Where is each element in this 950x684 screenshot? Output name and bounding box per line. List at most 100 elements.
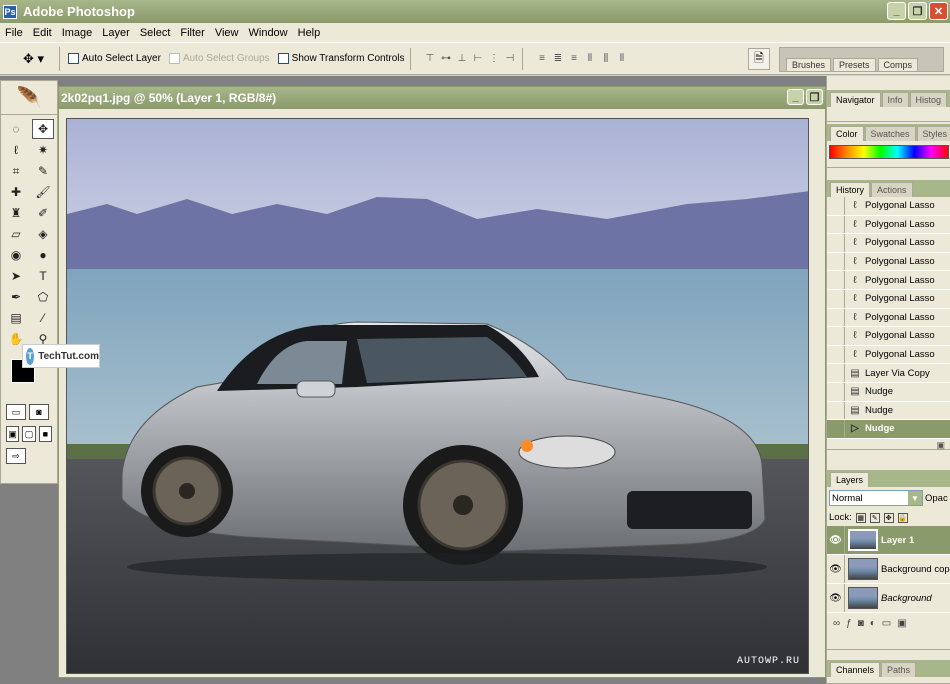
tab-actions[interactable]: Actions [871, 182, 913, 197]
palette-tab-comps[interactable]: Comps [877, 58, 919, 71]
eraser-tool-icon[interactable]: ▱ [5, 224, 27, 244]
lock-transparency-icon[interactable]: ▦ [855, 512, 866, 523]
layer-mask-icon[interactable]: ◙ [858, 618, 864, 629]
layer-thumbnail[interactable] [848, 529, 878, 551]
palette-tab-brushes[interactable]: Brushes [786, 58, 832, 71]
document-title-bar[interactable]: 2k02pq1.jpg @ 50% (Layer 1, RGB/8#) _ ❐ [59, 87, 825, 109]
history-snapshot-slot[interactable] [827, 345, 845, 364]
new-snapshot-icon[interactable]: ▣ [936, 440, 945, 451]
visibility-eye-icon[interactable]: 👁 [827, 584, 845, 612]
menu-help[interactable]: Help [293, 27, 326, 39]
doc-restore-button[interactable]: ❐ [806, 89, 823, 105]
history-state[interactable]: ℓ Polygonal Lasso [827, 252, 950, 272]
move-tool-preset-picker[interactable]: ✥ ▾ [8, 46, 60, 71]
new-group-icon[interactable]: ▭ [882, 618, 891, 629]
dodge-tool-icon[interactable]: ● [32, 245, 54, 265]
align-hcenter-icon[interactable]: ⋮ [487, 52, 500, 65]
distribute-left-icon[interactable]: ⦀ [583, 52, 596, 65]
align-bottom-icon[interactable]: ⊥ [455, 52, 468, 65]
layer-row[interactable]: 👁 Background cop [827, 555, 950, 584]
menu-file[interactable]: File [0, 27, 28, 39]
tab-layers[interactable]: Layers [830, 472, 870, 487]
tab-color[interactable]: Color [830, 126, 864, 141]
menu-filter[interactable]: Filter [175, 27, 209, 39]
auto-select-layer-checkbox[interactable]: Auto Select Layer [68, 53, 161, 64]
history-snapshot-slot[interactable] [827, 327, 845, 345]
jump-to-imageready-icon[interactable]: ⇨ [6, 448, 26, 464]
tab-histogram[interactable]: Histog [909, 92, 948, 107]
tab-navigator[interactable]: Navigator [830, 92, 881, 107]
align-left-icon[interactable]: ⊢ [471, 52, 484, 65]
history-state[interactable]: ℓ Polygonal Lasso [827, 345, 950, 365]
history-snapshot-slot[interactable] [827, 308, 845, 327]
history-state-current[interactable]: ▷ Nudge [827, 420, 950, 439]
link-layers-icon[interactable]: ∞ [833, 618, 840, 629]
new-layer-icon[interactable]: ▣ [897, 618, 906, 629]
color-spectrum[interactable] [829, 145, 949, 159]
pen-tool-icon[interactable]: ✒ [5, 287, 27, 307]
auto-select-groups-checkbox[interactable]: Auto Select Groups [168, 53, 270, 64]
history-snapshot-slot[interactable] [827, 289, 845, 308]
lock-position-icon[interactable]: ✥ [883, 512, 894, 523]
file-browser-button[interactable]: 🗎 [748, 48, 770, 70]
layer-row[interactable]: 👁 Layer 1 [827, 526, 950, 555]
history-state[interactable]: ℓ Polygonal Lasso [827, 215, 950, 235]
doc-minimize-button[interactable]: _ [787, 89, 804, 105]
distribute-vcenter-icon[interactable]: ≣ [551, 52, 564, 65]
marquee-tool-icon[interactable]: ◌ [5, 119, 27, 139]
magic-wand-tool-icon[interactable]: ✷ [32, 140, 54, 160]
chevron-down-icon[interactable]: ▼ [908, 491, 922, 505]
history-snapshot-slot[interactable] [827, 252, 845, 271]
history-snapshot-slot[interactable] [827, 234, 845, 252]
align-top-icon[interactable]: ⊤ [423, 52, 436, 65]
menu-layer[interactable]: Layer [97, 27, 135, 39]
menu-window[interactable]: Window [244, 27, 293, 39]
brush-tool-icon[interactable]: 🖌 [32, 182, 54, 202]
adjustment-layer-icon[interactable]: ◐ [870, 618, 876, 629]
crop-tool-icon[interactable]: ⌗ [5, 161, 27, 181]
history-snapshot-slot[interactable] [827, 401, 845, 420]
standard-mode-icon[interactable]: ▭ [6, 404, 26, 420]
history-state[interactable]: ℓ Polygonal Lasso [827, 308, 950, 328]
history-snapshot-slot[interactable] [827, 215, 845, 234]
lock-pixels-icon[interactable]: ✎ [869, 512, 880, 523]
history-brush-tool-icon[interactable]: ✐ [32, 203, 54, 223]
distribute-hcenter-icon[interactable]: ⫼ [599, 52, 612, 65]
photoshop-app-icon[interactable]: Ps [3, 4, 17, 19]
history-state[interactable]: ℓ Polygonal Lasso [827, 289, 950, 309]
close-button[interactable]: ✕ [929, 2, 948, 20]
path-selection-tool-icon[interactable]: ➤ [5, 266, 27, 286]
standard-screen-icon[interactable]: ▣ [6, 426, 20, 442]
visibility-eye-icon[interactable]: 👁 [827, 526, 845, 554]
history-snapshot-slot[interactable] [827, 420, 845, 438]
distribute-top-icon[interactable]: ≡ [535, 52, 548, 65]
restore-button[interactable]: ❐ [908, 2, 927, 20]
minimize-button[interactable]: _ [887, 2, 906, 20]
layer-style-icon[interactable]: ƒ [846, 618, 852, 629]
layer-row[interactable]: 👁 Background [827, 584, 950, 613]
align-vcenter-icon[interactable]: ⊶ [439, 52, 452, 65]
menu-view[interactable]: View [210, 27, 244, 39]
checkbox-box[interactable] [277, 53, 289, 64]
menu-select[interactable]: Select [135, 27, 176, 39]
blend-mode-select[interactable]: Normal ▼ [829, 490, 923, 506]
eyedropper-tool-icon[interactable]: ⁄ [32, 308, 54, 328]
distribute-bottom-icon[interactable]: ≡ [567, 52, 580, 65]
checkbox-box[interactable] [68, 53, 79, 64]
lock-all-icon[interactable]: 🔒 [897, 512, 908, 523]
move-tool-icon[interactable]: ✥ [32, 119, 54, 139]
history-state[interactable]: ▤ Nudge [827, 401, 950, 421]
tab-channels[interactable]: Channels [830, 662, 881, 677]
type-tool-icon[interactable]: T [32, 266, 54, 286]
image-canvas[interactable]: AUTOWP.RU [66, 118, 809, 674]
full-screen-menu-icon[interactable]: ▢ [22, 426, 36, 442]
tab-history[interactable]: History [830, 182, 871, 197]
history-snapshot-slot[interactable] [827, 271, 845, 289]
lasso-tool-icon[interactable]: ℓ [5, 140, 27, 160]
distribute-right-icon[interactable]: ⦀ [615, 52, 628, 65]
visibility-eye-icon[interactable]: 👁 [827, 555, 845, 583]
tab-styles[interactable]: Styles [916, 126, 950, 141]
history-state[interactable]: ℓ Polygonal Lasso [827, 271, 950, 290]
menu-image[interactable]: Image [57, 27, 98, 39]
layer-thumbnail[interactable] [848, 587, 878, 609]
